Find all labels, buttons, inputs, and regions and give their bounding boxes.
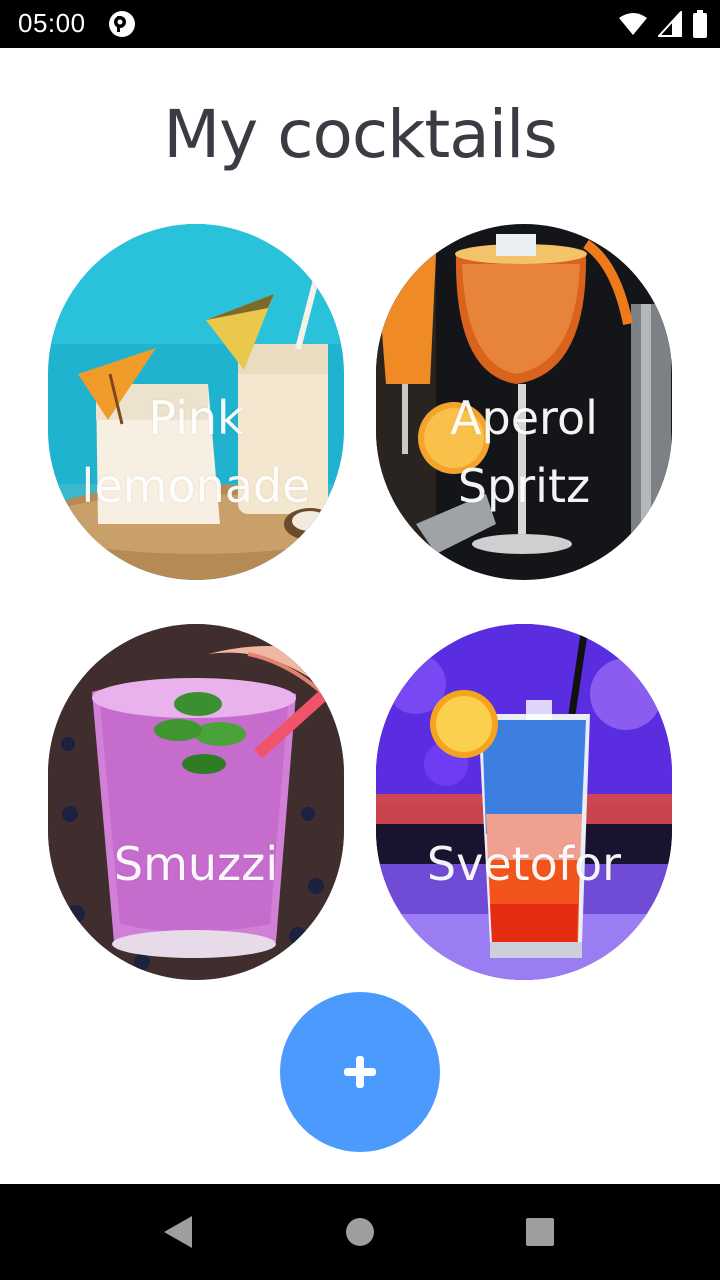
cocktail-name-svetofor: Svetofor	[426, 837, 622, 891]
cocktail-card-smuzzi[interactable]: Smuzzi	[48, 624, 344, 980]
cocktail-card-pink-lemonade[interactable]: Pink lemonade	[48, 224, 344, 580]
plus-icon	[344, 1056, 376, 1088]
cocktail-name-pink-lemonade: Pink lemonade	[48, 384, 344, 520]
cocktail-card-svetofor[interactable]: Svetofor	[376, 624, 672, 980]
wifi-icon	[619, 13, 647, 35]
cocktail-image-svetofor	[376, 624, 672, 980]
home-icon[interactable]	[344, 1216, 376, 1248]
page-title: My cocktails	[163, 96, 558, 173]
cocktail-image-smuzzi	[48, 624, 344, 980]
cocktail-name-line1: Pink	[148, 391, 244, 445]
battery-icon	[693, 10, 707, 38]
recents-icon[interactable]	[524, 1216, 556, 1248]
cocktail-name-aperol-spritz: Aperol Spritz	[376, 384, 672, 520]
back-icon[interactable]	[162, 1214, 194, 1250]
cocktail-name-line2: lemonade	[81, 459, 311, 513]
cellular-signal-icon	[658, 11, 682, 37]
status-time: 05:00	[18, 8, 86, 38]
status-bar: 05:00	[0, 0, 720, 48]
navigation-bar	[0, 1184, 720, 1280]
cocktail-name-smuzzi: Smuzzi	[113, 837, 279, 891]
app-notification-icon	[109, 11, 135, 37]
cocktail-card-aperol-spritz[interactable]: Aperol Spritz	[376, 224, 672, 580]
add-cocktail-button[interactable]	[280, 992, 440, 1152]
status-indicators	[618, 10, 708, 38]
cocktail-name-line1: Aperol	[450, 391, 598, 445]
cocktail-name-line2: Spritz	[457, 459, 591, 513]
